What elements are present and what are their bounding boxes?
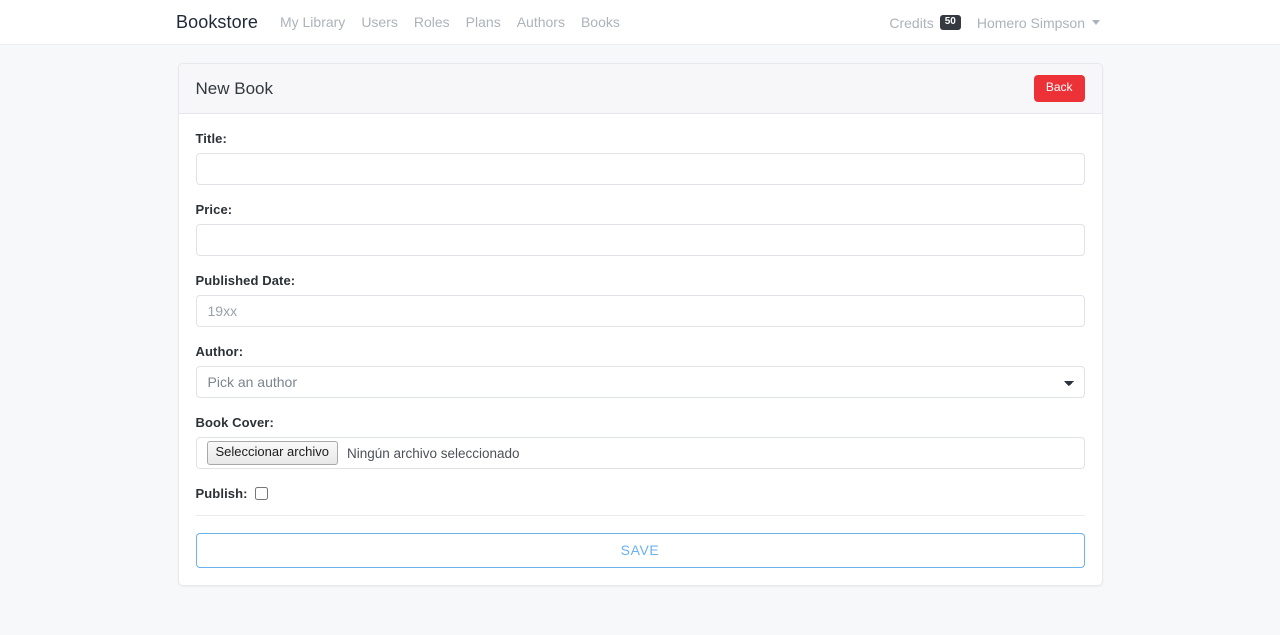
field-group-published-date: Published Date: — [195, 273, 1085, 327]
nav-link-authors[interactable]: Authors — [517, 14, 565, 30]
title-label: Title: — [195, 131, 227, 146]
title-input[interactable] — [195, 153, 1085, 185]
published-date-input[interactable] — [195, 295, 1085, 327]
nav-item-authors[interactable]: Authors — [517, 14, 565, 30]
navbar-right-section: Credits 50 Homero Simpson — [889, 0, 1100, 45]
nav-item-plans[interactable]: Plans — [466, 14, 501, 30]
nav-link-my-library[interactable]: My Library — [280, 14, 345, 30]
nav-link-users[interactable]: Users — [361, 14, 398, 30]
credits-label: Credits — [889, 14, 934, 31]
page-container: New Book Back Title: Price: Published Da… — [0, 45, 1280, 586]
book-cover-label: Book Cover: — [195, 415, 274, 430]
primary-nav: My Library Users Roles Plans Authors Boo… — [280, 14, 620, 30]
selected-file-name: Ningún archivo seleccionado — [346, 445, 520, 461]
field-group-book-cover: Book Cover: Seleccionar archivo Ningún a… — [195, 415, 1085, 469]
credits-count-badge: 50 — [939, 15, 961, 30]
card-body: Title: Price: Published Date: Author: Pi… — [179, 114, 1102, 585]
nav-item-users[interactable]: Users — [361, 14, 398, 30]
field-group-price: Price: — [195, 202, 1085, 256]
field-group-publish: Publish: — [196, 486, 1085, 501]
field-group-title: Title: — [195, 131, 1085, 185]
nav-item-my-library[interactable]: My Library — [280, 14, 345, 30]
publish-label: Publish: — [195, 486, 248, 501]
save-button[interactable]: SAVE — [195, 533, 1085, 568]
chevron-down-icon — [1092, 20, 1100, 25]
nav-link-roles[interactable]: Roles — [414, 14, 450, 30]
choose-file-button[interactable]: Seleccionar archivo — [206, 441, 338, 465]
form-divider — [195, 515, 1085, 516]
back-button[interactable]: Back — [1033, 75, 1085, 102]
page-title: New Book — [195, 78, 273, 98]
new-book-form: Title: Price: Published Date: Author: Pi… — [195, 131, 1085, 568]
brand-logo[interactable]: Bookstore — [176, 12, 258, 33]
card-header: New Book Back — [178, 64, 1102, 114]
field-group-author: Author: Pick an author — [195, 344, 1085, 398]
nav-link-books[interactable]: Books — [581, 14, 620, 30]
credits-link[interactable]: Credits 50 — [889, 14, 961, 31]
author-select[interactable]: Pick an author — [195, 366, 1085, 398]
published-date-label: Published Date: — [195, 273, 296, 288]
user-menu-dropdown[interactable]: Homero Simpson — [977, 15, 1100, 31]
price-label: Price: — [195, 202, 233, 217]
new-book-card: New Book Back Title: Price: Published Da… — [177, 63, 1103, 586]
nav-item-books[interactable]: Books — [581, 14, 620, 30]
author-label: Author: — [195, 344, 244, 359]
nav-item-roles[interactable]: Roles — [414, 14, 450, 30]
user-name-label: Homero Simpson — [976, 14, 1085, 31]
publish-checkbox[interactable] — [254, 487, 268, 500]
top-navbar: Bookstore My Library Users Roles Plans A… — [0, 0, 1280, 45]
nav-link-plans[interactable]: Plans — [466, 14, 501, 30]
book-cover-file-input[interactable]: Seleccionar archivo Ningún archivo selec… — [195, 437, 1085, 469]
price-input[interactable] — [195, 224, 1085, 256]
